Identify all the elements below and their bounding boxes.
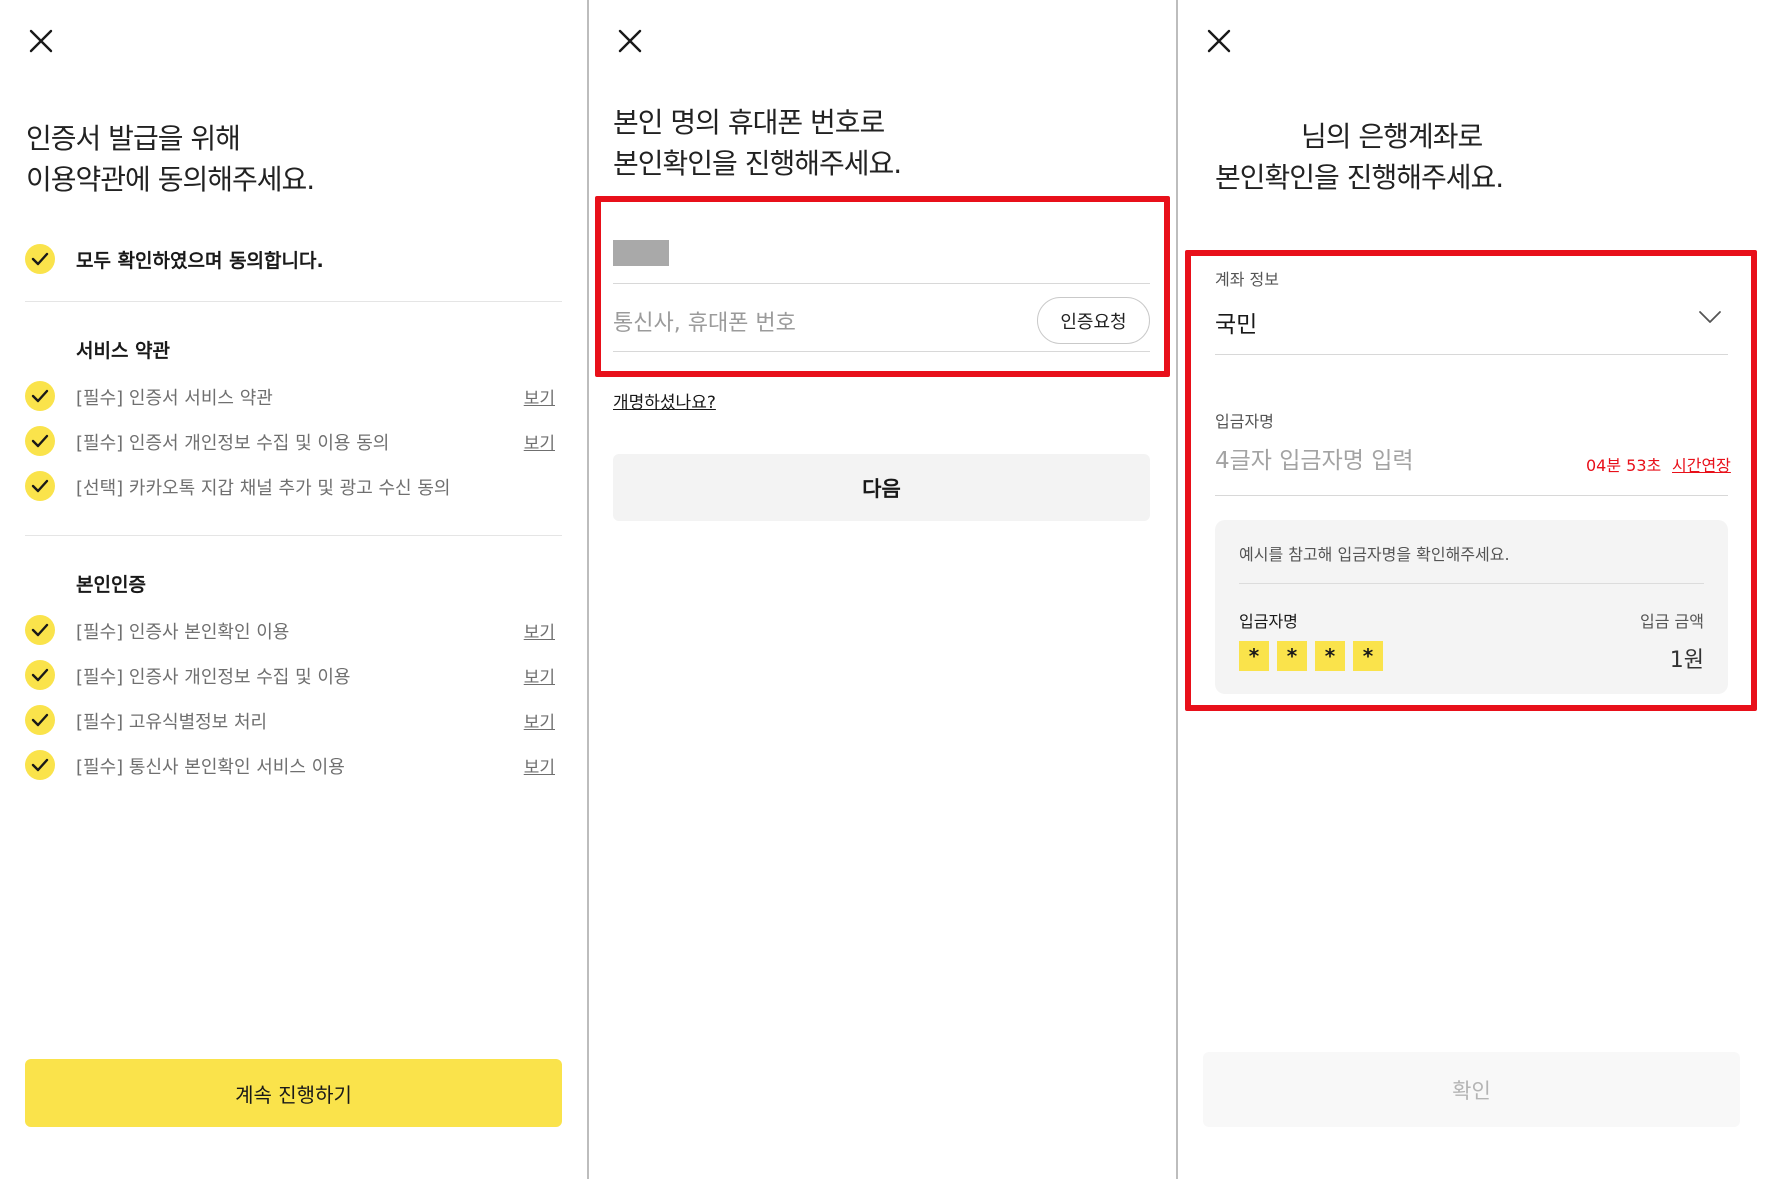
view-link[interactable]: 보기 [524, 618, 555, 643]
term-row[interactable]: [필수] 인증서 서비스 약관 보기 [25, 380, 555, 412]
check-icon[interactable] [25, 471, 55, 501]
terms-agreement-screen: 인증서 발급을 위해 이용약관에 동의해주세요. 모두 확인하였으며 동의합니다… [0, 0, 587, 1179]
page-title: 인증서 발급을 위해 이용약관에 동의해주세요. [26, 122, 315, 196]
account-verification-screen: 님의 은행계좌로 본인확인을 진행해주세요. 계좌 정보 국민 입금자명 04분… [1178, 0, 1765, 1179]
masked-char: * [1277, 641, 1307, 671]
view-link[interactable]: 보기 [524, 663, 555, 688]
agree-all-check-icon[interactable] [25, 244, 55, 274]
depositor-example-card: 예시를 참고해 입금자명을 확인해주세요. 입금자명 입금 금액 * * * *… [1215, 520, 1728, 694]
confirm-button[interactable]: 확인 [1203, 1052, 1740, 1127]
bank-selected-value: 국민 [1215, 312, 1258, 338]
example-instruction: 예시를 참고해 입금자명을 확인해주세요. [1239, 545, 1510, 564]
view-link[interactable]: 보기 [524, 429, 555, 454]
close-icon[interactable] [26, 26, 56, 56]
masked-char: * [1315, 641, 1345, 671]
view-link[interactable]: 보기 [524, 708, 555, 733]
masked-char: * [1353, 641, 1383, 671]
term-label: [필수] 인증서 개인정보 수집 및 이용 동의 [76, 433, 390, 454]
depositor-label: 입금자명 [1215, 412, 1274, 431]
view-link[interactable]: 보기 [524, 384, 555, 409]
masked-name-boxes: * * * * [1239, 641, 1383, 671]
chevron-down-icon [1699, 311, 1721, 323]
masked-char: * [1239, 641, 1269, 671]
agree-all-label[interactable]: 모두 확인하였으며 동의합니다. [76, 246, 324, 273]
phone-input[interactable] [613, 305, 1013, 341]
field-underline [613, 351, 1150, 352]
account-info-label: 계좌 정보 [1215, 270, 1279, 289]
term-label: [필수] 인증사 개인정보 수집 및 이용 [76, 667, 351, 688]
auth-request-button[interactable]: 인증요청 [1037, 297, 1150, 344]
divider [25, 535, 562, 536]
term-label: [필수] 인증서 서비스 약관 [76, 388, 273, 409]
check-icon[interactable] [25, 660, 55, 690]
term-label: [선택] 카카오톡 지갑 채널 추가 및 광고 수신 동의 [76, 478, 451, 499]
field-underline [1215, 354, 1728, 355]
phone-verification-screen: 본인 명의 휴대폰 번호로 본인확인을 진행해주세요. 인증요청 개명하셨나요?… [589, 0, 1176, 1179]
page-title: 님의 은행계좌로 본인확인을 진행해주세요. [1215, 120, 1504, 194]
term-row[interactable]: [필수] 통신사 본인확인 서비스 이용 보기 [25, 749, 555, 781]
field-underline [1215, 495, 1728, 496]
name-change-link[interactable]: 개명하셨나요? [613, 388, 716, 413]
countdown-timer: 04분 53초 [1586, 456, 1662, 475]
check-icon[interactable] [25, 705, 55, 735]
term-row[interactable]: [필수] 인증사 개인정보 수집 및 이용 보기 [25, 659, 555, 691]
term-row[interactable]: [선택] 카카오톡 지갑 채널 추가 및 광고 수신 동의 [25, 470, 555, 502]
extend-time-link[interactable]: 시간연장 [1672, 452, 1731, 476]
example-amount-label: 입금 금액 [1640, 612, 1704, 631]
depositor-input[interactable] [1215, 443, 1555, 479]
close-icon[interactable] [615, 26, 645, 56]
check-icon[interactable] [25, 381, 55, 411]
view-link[interactable]: 보기 [524, 753, 555, 778]
page-title: 본인 명의 휴대폰 번호로 본인확인을 진행해주세요. [613, 106, 902, 180]
divider [1239, 583, 1704, 584]
example-name-label: 입금자명 [1239, 612, 1298, 631]
check-icon[interactable] [25, 750, 55, 780]
bank-select[interactable]: 국민 [1215, 295, 1728, 345]
field-underline [613, 283, 1150, 284]
term-label: [필수] 통신사 본인확인 서비스 이용 [76, 757, 345, 778]
term-label: [필수] 고유식별정보 처리 [76, 712, 268, 733]
check-icon[interactable] [25, 426, 55, 456]
example-amount: 1원 [1669, 648, 1704, 673]
divider [25, 301, 562, 302]
highlight-box [595, 196, 1170, 377]
section-title-identity: 본인인증 [76, 574, 146, 596]
section-title-service: 서비스 약관 [76, 340, 171, 362]
close-icon[interactable] [1204, 26, 1234, 56]
redacted-name [613, 240, 669, 266]
term-row[interactable]: [필수] 인증서 개인정보 수집 및 이용 동의 보기 [25, 425, 555, 457]
next-button[interactable]: 다음 [613, 454, 1150, 521]
term-row[interactable]: [필수] 인증사 본인확인 이용 보기 [25, 614, 555, 646]
continue-button[interactable]: 계속 진행하기 [25, 1059, 562, 1127]
term-label: [필수] 인증사 본인확인 이용 [76, 622, 290, 643]
check-icon[interactable] [25, 615, 55, 645]
term-row[interactable]: [필수] 고유식별정보 처리 보기 [25, 704, 555, 736]
